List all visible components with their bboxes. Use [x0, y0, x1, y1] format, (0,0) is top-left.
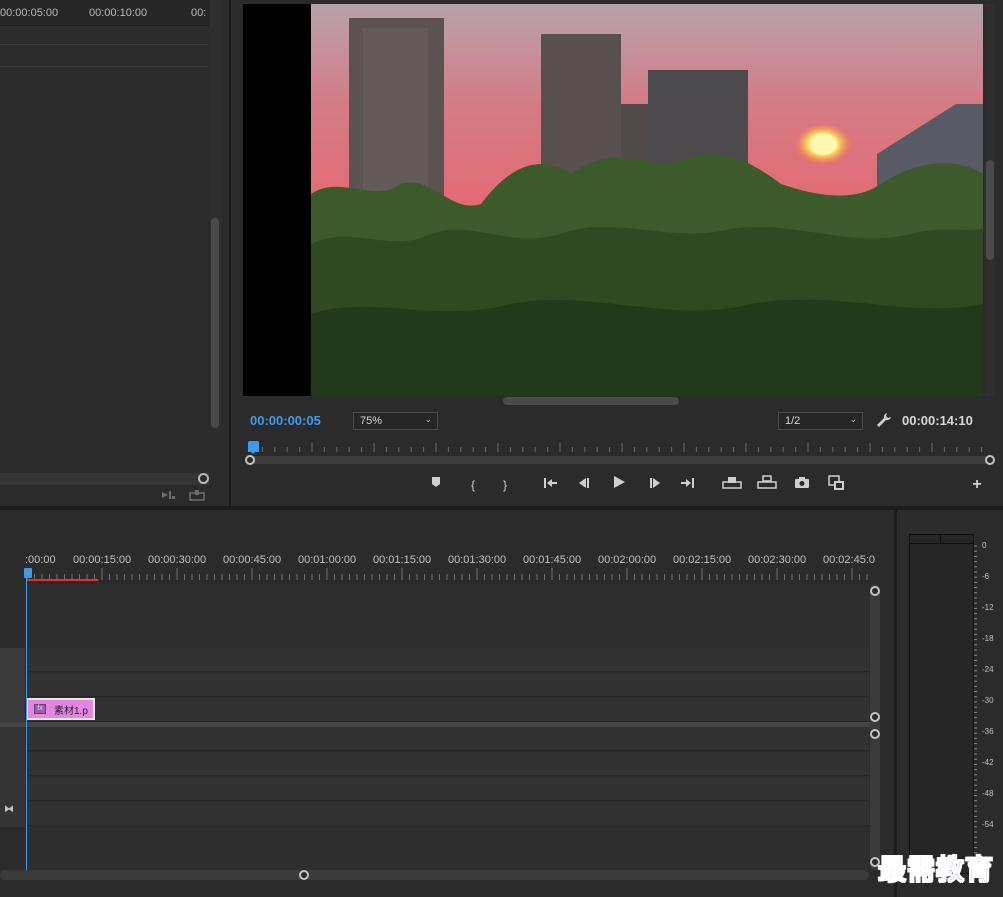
timeline-vscroll-handle[interactable]: [870, 712, 880, 722]
source-ruler-label: 00:00:10:00: [89, 7, 148, 19]
audio-track-row[interactable]: [26, 777, 869, 801]
video-track-row[interactable]: [26, 648, 869, 672]
camera-icon: [795, 477, 809, 488]
add-marker-button[interactable]: [424, 475, 448, 495]
mark-out-button[interactable]: }: [493, 475, 517, 495]
db-label: -18: [982, 634, 994, 643]
timeline-tick-ruler[interactable]: [26, 548, 870, 583]
video-clip[interactable]: fx 素材1.p: [26, 698, 95, 720]
audio-meter: [909, 534, 974, 874]
export-frame-button[interactable]: [790, 475, 814, 495]
sunset-video-frame: [311, 4, 983, 396]
program-playhead-tip: [248, 449, 258, 454]
work-area-bar[interactable]: [26, 579, 98, 581]
step-back-button[interactable]: [572, 475, 596, 495]
timeline-zoom-scrollbar[interactable]: [0, 870, 869, 880]
video-track-header[interactable]: [0, 648, 25, 722]
settings-wrench-icon[interactable]: [876, 412, 892, 428]
timeline-playhead-handle[interactable]: [24, 568, 32, 578]
chevron-down-icon: ⌄: [849, 414, 857, 424]
clip-name: 素材1.p: [54, 706, 88, 717]
source-bottom-icons: [160, 488, 210, 502]
timeline-zoom-handle[interactable]: [299, 870, 309, 880]
program-vertical-scroll-thumb[interactable]: [986, 160, 994, 260]
audio-track-row[interactable]: [26, 727, 869, 751]
program-zoom-handle-right[interactable]: [985, 455, 995, 465]
timeline-vscroll-handle[interactable]: [870, 729, 880, 739]
step-back-icon: [579, 478, 589, 488]
program-mini-time-ruler[interactable]: [248, 438, 992, 454]
step-forward-button[interactable]: [643, 475, 667, 495]
go-to-in-icon: [544, 478, 557, 488]
program-video-viewport[interactable]: [243, 4, 983, 396]
comparison-view-button[interactable]: [825, 475, 849, 495]
program-zoom-scrollbar[interactable]: [250, 456, 990, 464]
fx-badge-icon: fx: [34, 704, 46, 714]
db-label: -6: [982, 572, 990, 581]
db-label: -30: [982, 696, 994, 705]
go-to-in-button[interactable]: [538, 475, 562, 495]
timeline-playhead-line[interactable]: [26, 576, 27, 870]
marker-icon: [432, 477, 440, 487]
timeline-vscroll-handle[interactable]: [870, 586, 880, 596]
db-label: -42: [982, 758, 994, 767]
add-button[interactable]: +: [965, 475, 989, 495]
source-time-ruler[interactable]: 00:00:05:00 00:00:10:00 00:: [0, 0, 209, 26]
source-divider: [0, 66, 209, 67]
source-ruler-label: 00:: [191, 7, 207, 19]
source-ruler-label: 00:00:05:00: [0, 7, 59, 19]
playhead-timecode[interactable]: 00:00:00:05: [250, 413, 321, 428]
timeline-vertical-scrollbar[interactable]: [870, 584, 880, 870]
source-zoom-handle[interactable]: [198, 473, 209, 484]
watermark-logo: 最需教育: [877, 853, 995, 887]
db-label: -12: [982, 603, 994, 612]
zoom-level-value: 75%: [360, 415, 383, 427]
video-clip-body: fx 素材1.p: [28, 700, 93, 718]
playback-resolution-dropdown[interactable]: 1/2 ⌄: [778, 412, 863, 430]
video-audio-track-divider[interactable]: [0, 722, 870, 727]
chevron-down-icon: ⌄: [424, 414, 432, 424]
peak-indicators[interactable]: [909, 534, 974, 544]
source-divider: [0, 44, 209, 45]
video-track-row[interactable]: [26, 698, 869, 722]
meter-scale-ticks: [974, 545, 977, 864]
go-to-out-icon: [681, 478, 694, 488]
play-button[interactable]: [607, 475, 631, 495]
resolution-value: 1/2: [785, 415, 801, 427]
comparison-view-icon: [828, 475, 844, 490]
extract-icon: [757, 475, 777, 489]
duration-timecode: 00:00:14:10: [902, 413, 973, 428]
db-label: -36: [982, 727, 994, 736]
bowtie-icon[interactable]: ⧓: [4, 804, 14, 815]
mark-in-icon: {: [470, 478, 475, 492]
mark-out-icon: }: [502, 478, 507, 492]
source-monitor-panel: [0, 0, 229, 506]
db-label: -48: [982, 789, 994, 798]
play-icon: [614, 476, 625, 488]
db-label: 0: [982, 541, 987, 550]
program-horizontal-scroll-thumb[interactable]: [503, 397, 679, 405]
video-track-row[interactable]: [26, 673, 869, 697]
audio-track-row[interactable]: [26, 802, 869, 826]
source-vertical-scroll-thumb[interactable]: [211, 218, 219, 428]
plus-icon: +: [972, 476, 982, 493]
audio-track-row[interactable]: [26, 752, 869, 776]
go-to-out-button[interactable]: [676, 475, 700, 495]
mark-in-button[interactable]: {: [461, 475, 485, 495]
extract-button[interactable]: [755, 475, 779, 495]
step-forward-icon: [650, 478, 660, 488]
db-label: -54: [982, 820, 994, 829]
db-label: -24: [982, 665, 994, 674]
source-insert-overwrite-icons[interactable]: [160, 488, 210, 502]
meter-channel-divider: [940, 534, 941, 544]
lift-button[interactable]: [720, 475, 744, 495]
zoom-level-dropdown[interactable]: 75% ⌄: [353, 412, 438, 430]
program-zoom-handle-left[interactable]: [245, 455, 255, 465]
lift-icon: [722, 477, 742, 489]
source-zoom-scrollbar[interactable]: [0, 473, 209, 485]
